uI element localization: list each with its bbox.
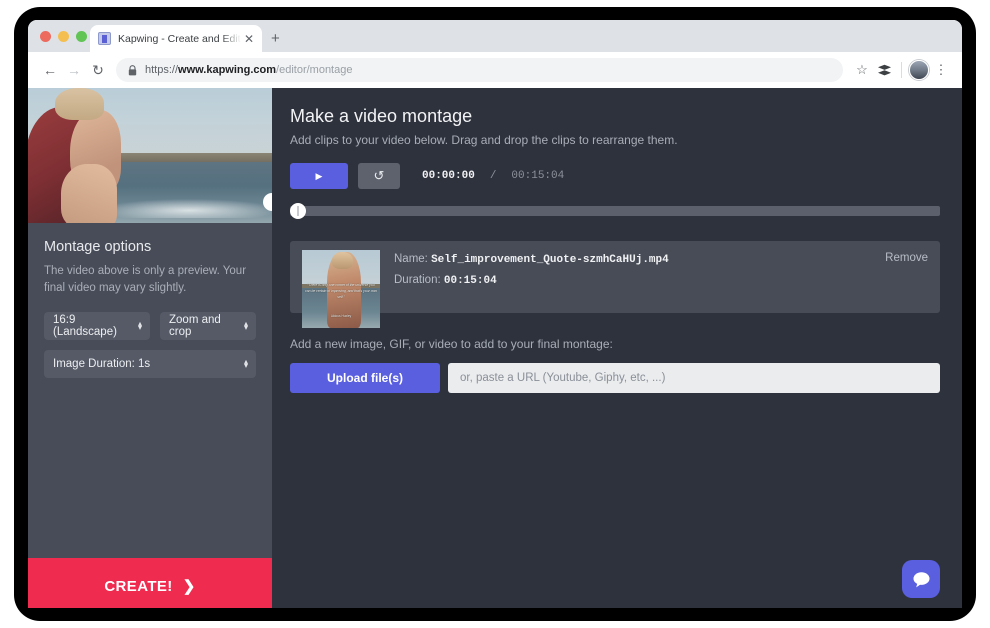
time-separator: / [489,170,497,182]
clip-metadata: Name: Self_improvement_Quote-szmhCaHUj.m… [394,251,669,303]
restart-button[interactable]: ↺ [358,163,400,189]
preview-subject-arm [61,163,117,223]
player-controls: ▶ ↺ 00:00:00 / 00:15:04 [290,163,940,189]
clip-duration-label: Duration: [394,274,441,286]
lock-icon [128,64,137,76]
thumbnail-quote-author: Aldous Huxley [330,313,352,318]
clip-duration-line: Duration: 00:15:04 [394,274,669,287]
chevron-updown-icon: ▴ ▾ [243,320,248,333]
upload-row: Upload file(s) [290,363,940,393]
thumbnail-subject-hair [331,251,354,269]
chevron-right-icon: ❯ [182,578,196,595]
page-subtitle: Add clips to your video below. Drag and … [290,133,678,147]
avatar [909,60,929,80]
clip-list-item[interactable]: “There is only one corner of the univers… [290,241,940,328]
tab-close-icon[interactable]: ✕ [244,33,254,45]
image-duration-value: Image Duration: 1s [53,358,151,371]
main-content: Make a video montage Add clips to your v… [272,88,962,608]
aspect-ratio-select[interactable]: 16:9 (Landscape) ▴ ▾ [44,312,150,341]
chevron-updown-icon: ▴ ▾ [137,320,142,333]
format-select-row: 16:9 (Landscape) ▴ ▾ Zoom and crop ▴ ▾ [44,312,256,341]
chevron-updown-icon: ▴ ▾ [243,358,248,371]
maximize-window-button[interactable] [76,31,87,42]
address-bar[interactable]: https://www.kapwing.com/editor/montage [116,58,843,82]
chat-bubble-button[interactable] [902,560,940,598]
chat-bubble-icon [913,571,929,587]
video-preview[interactable] [28,88,272,223]
tab-title: Kapwing - Create and Edit Vid [118,32,241,45]
kapwing-editor-app: Montage options The video above is only … [28,88,962,608]
clip-name-value: Self_improvement_Quote-szmhCaHUj.mp4 [431,254,669,266]
minimize-window-button[interactable] [58,31,69,42]
bookmark-star-icon[interactable]: ☆ [851,58,873,82]
play-button[interactable]: ▶ [290,163,348,189]
clip-duration-value: 00:15:04 [443,275,497,287]
crop-mode-value: Zoom and crop [169,314,221,339]
sidebar: Montage options The video above is only … [28,88,272,608]
new-tab-button[interactable]: + [271,31,280,46]
browser-window: Kapwing - Create and Edit Vid ✕ + ← → ↻ … [28,20,962,608]
preview-surf [101,198,272,218]
preview-subject [28,88,126,223]
browser-toolbar: ← → ↻ https://www.kapwing.com/editor/mon… [28,52,962,88]
chevron-down-icon: ▾ [243,323,248,333]
close-window-button[interactable] [40,31,51,42]
profile-avatar[interactable] [908,58,930,82]
image-duration-select[interactable]: Image Duration: 1s ▴ ▾ [44,350,256,379]
scrubber-track[interactable] [290,206,940,216]
kapwing-favicon-icon [98,32,111,45]
montage-options-title: Montage options [44,239,152,255]
clip-name-line: Name: Self_improvement_Quote-szmhCaHUj.m… [394,253,669,266]
browser-tab[interactable]: Kapwing - Create and Edit Vid ✕ [90,25,262,52]
thumbnail-quote-text: “There is only one corner of the univers… [305,282,377,299]
current-time: 00:00:00 [422,170,475,182]
create-button[interactable]: CREATE! ❯ [28,558,272,608]
url-scheme: https:// [145,64,179,76]
browser-tab-strip: Kapwing - Create and Edit Vid ✕ + [28,20,962,52]
toolbar-divider [901,62,902,78]
total-time: 00:15:04 [511,170,565,182]
montage-options-description: The video above is only a preview. Your … [44,265,247,294]
montage-options-panel: Montage options The video above is only … [28,223,272,379]
scrubber-handle[interactable] [290,203,306,219]
preview-subject-hair [54,88,105,121]
address-bar-url: https://www.kapwing.com/editor/montage [145,64,352,76]
browser-menu-icon[interactable]: ⋮ [930,58,952,82]
create-button-label: CREATE! [104,577,173,595]
chevron-down-icon: ▾ [137,323,142,333]
page-title: Make a video montage [290,106,473,126]
reload-icon[interactable]: ↻ [86,58,110,82]
clip-thumbnail: “There is only one corner of the univers… [302,250,380,328]
window-traffic-lights [40,31,87,42]
paste-url-input[interactable] [448,363,940,393]
remove-clip-button[interactable]: Remove [885,252,928,264]
url-domain: www.kapwing.com [178,64,277,76]
chevron-down-icon: ▾ [243,361,248,371]
extensions-icon[interactable] [873,58,895,82]
aspect-ratio-value: 16:9 (Landscape) [53,314,117,339]
forward-icon[interactable]: → [62,58,86,82]
clip-name-label: Name: [394,253,428,265]
url-path: /editor/montage [276,64,353,76]
timeline-scrubber[interactable] [290,203,940,219]
back-icon[interactable]: ← [38,58,62,82]
upload-section-label: Add a new image, GIF, or video to add to… [290,337,613,351]
crop-mode-select[interactable]: Zoom and crop ▴ ▾ [160,312,256,341]
upload-files-button[interactable]: Upload file(s) [290,363,440,393]
